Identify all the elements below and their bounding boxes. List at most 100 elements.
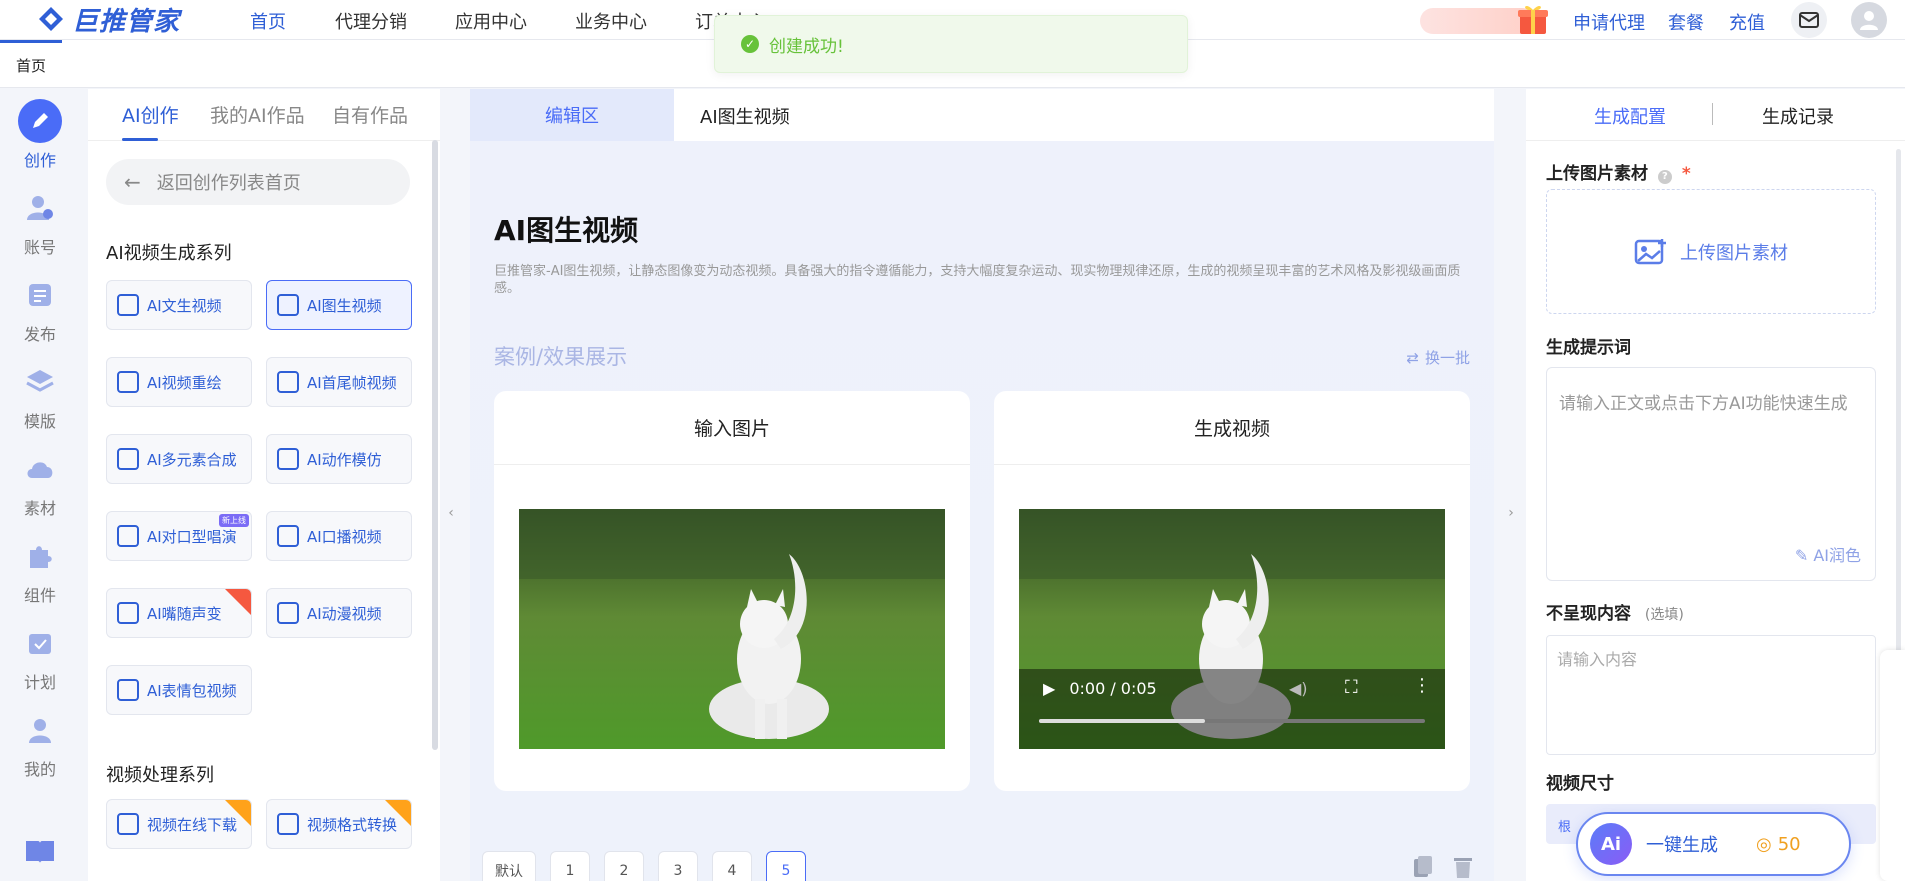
pen-icon xyxy=(18,99,62,143)
page-5[interactable]: 5 xyxy=(766,851,806,881)
hot-corner-badge xyxy=(225,589,251,615)
item-label: 视频在线下载 xyxy=(147,815,238,834)
item-ai-video-repaint[interactable]: AI视频重绘 xyxy=(106,357,252,407)
multi-element-icon xyxy=(117,448,139,470)
anime-icon xyxy=(277,602,299,624)
rail-item-material[interactable]: 素材 xyxy=(0,447,80,519)
toast-message: 创建成功! xyxy=(769,36,844,57)
item-video-format-convert[interactable]: 视频格式转换 xyxy=(266,799,412,849)
ai-polish-label: AI润色 xyxy=(1813,546,1861,565)
apply-agent-link[interactable]: 申请代理 xyxy=(1573,9,1645,35)
item-ai-mouth-voice[interactable]: AI嘴随声变 xyxy=(106,588,252,638)
rail-item-tutorial[interactable]: 教程 xyxy=(0,829,80,881)
video-progress-track[interactable] xyxy=(1039,719,1425,723)
rail-item-component[interactable]: 组件 xyxy=(0,534,80,606)
rail-item-publish[interactable]: 发布 xyxy=(0,273,80,345)
gift-icon[interactable] xyxy=(1516,0,1550,36)
item-label: AI多元素合成 xyxy=(147,450,237,469)
negative-placeholder: 请输入内容 xyxy=(1557,650,1638,669)
motion-icon xyxy=(277,448,299,470)
editor-area: 编辑区 AI图生视频 AI图生视频 巨推管家-AI图生视频，让静态图像变为动态视… xyxy=(470,89,1494,881)
user-avatar[interactable] xyxy=(1851,2,1887,38)
tab-own-works[interactable]: 自有作品 xyxy=(332,101,408,128)
ai-polish-button[interactable]: ✎ AI润色 xyxy=(1795,544,1861,568)
item-ai-image-to-video[interactable]: AI图生视频 xyxy=(266,280,412,330)
item-ai-text-to-video[interactable]: AI文生视频 xyxy=(106,280,252,330)
editor-tabs: 编辑区 AI图生视频 xyxy=(470,89,1494,141)
more-options-icon[interactable]: ⋮ xyxy=(1413,675,1431,696)
coin-icon: ◎ xyxy=(1756,833,1772,855)
item-ai-talking-video[interactable]: AI口播视频 xyxy=(266,511,412,561)
item-video-download[interactable]: 视频在线下载 xyxy=(106,799,252,849)
left-rail: 创作 账号 发布 模版 素材 组件 计划 我的 xyxy=(0,89,80,881)
card-title: 生成视频 xyxy=(994,391,1470,465)
mail-button[interactable] xyxy=(1791,2,1827,38)
chevron-right-icon: › xyxy=(1508,505,1514,521)
play-icon[interactable]: ▶ xyxy=(1043,679,1055,698)
rail-item-account[interactable]: 账号 xyxy=(0,186,80,258)
collapse-left-button[interactable]: ‹ xyxy=(443,498,459,528)
prompt-label: 生成提示词 xyxy=(1546,338,1631,358)
lip-sync-icon xyxy=(117,525,139,547)
tab-home[interactable]: 首页 xyxy=(0,40,62,88)
item-ai-first-last-frame[interactable]: AI首尾帧视频 xyxy=(266,357,412,407)
copy-icon[interactable] xyxy=(1412,855,1434,879)
tab-generate-history[interactable]: 生成记录 xyxy=(1762,103,1834,129)
rail-item-plan[interactable]: 计划 xyxy=(0,621,80,693)
page-2[interactable]: 2 xyxy=(604,851,644,881)
item-ai-emoji-video[interactable]: AI表情包视频 xyxy=(106,665,252,715)
nav-home[interactable]: 首页 xyxy=(250,8,286,34)
rail-item-template[interactable]: 模版 xyxy=(0,360,80,432)
rail-label: 发布 xyxy=(23,325,56,344)
package-link[interactable]: 套餐 xyxy=(1668,9,1704,35)
active-tab-indicator xyxy=(122,138,158,141)
recharge-link[interactable]: 充值 xyxy=(1729,9,1765,35)
config-panel: 生成配置 生成记录 上传图片素材 ? * 上传图片素材 生成提示词 请输入正文或… xyxy=(1526,89,1905,881)
item-label: 视频格式转换 xyxy=(307,815,398,834)
page-3[interactable]: 3 xyxy=(658,851,698,881)
collapse-right-button[interactable]: › xyxy=(1503,498,1519,528)
item-ai-anime-video[interactable]: AI动漫视频 xyxy=(266,588,412,638)
upload-image-dropzone[interactable]: 上传图片素材 xyxy=(1546,189,1876,314)
tab-ai-image-to-video[interactable]: AI图生视频 xyxy=(700,103,790,129)
item-ai-motion-mimic[interactable]: AI动作模仿 xyxy=(266,434,412,484)
cloud-icon xyxy=(18,447,62,491)
new-badge: 新上线 xyxy=(219,514,249,527)
rail-item-mine[interactable]: 我的 xyxy=(0,708,80,780)
nav-app-center[interactable]: 应用中心 xyxy=(455,8,527,34)
trash-icon[interactable] xyxy=(1452,855,1474,879)
rail-item-create[interactable]: 创作 xyxy=(0,99,80,171)
negative-content-input[interactable]: 请输入内容 xyxy=(1546,635,1876,755)
optional-hint: (选填) xyxy=(1644,607,1684,623)
book-icon xyxy=(18,829,62,873)
category-scrollbar[interactable] xyxy=(432,140,438,750)
refresh-batch-button[interactable]: ⇄ 换一批 xyxy=(1406,347,1470,368)
page-4[interactable]: 4 xyxy=(712,851,752,881)
item-ai-lip-sync[interactable]: AI对口型唱演 新上线 xyxy=(106,511,252,561)
output-video-player[interactable]: ▶ 0:00 / 0:05 ◀) ⛶ ⋮ xyxy=(1019,509,1445,749)
page-description: 巨推管家-AI图生视频，让静态图像变为动态视频。具备强大的指令遵循能力，支持大幅… xyxy=(494,264,1461,296)
item-ai-multi-element[interactable]: AI多元素合成 xyxy=(106,434,252,484)
chevron-left-icon: ‹ xyxy=(448,505,454,521)
category-panel: AI创作 我的AI作品 自有作品 ← 返回创作列表首页 AI视频生成系列 AI文… xyxy=(88,89,440,881)
tab-my-ai-works[interactable]: 我的AI作品 xyxy=(210,101,305,128)
info-icon[interactable]: ? xyxy=(1657,170,1672,184)
prompt-placeholder: 请输入正文或点击下方AI功能快速生成 xyxy=(1559,394,1848,414)
nav-agent-distribution[interactable]: 代理分销 xyxy=(335,8,407,34)
tab-edit-area[interactable]: 编辑区 xyxy=(470,89,674,141)
volume-icon[interactable]: ◀) xyxy=(1289,679,1308,698)
rail-label: 素材 xyxy=(23,499,56,518)
one-click-generate-button[interactable]: Ai 一键生成 ◎ 50 xyxy=(1576,812,1851,876)
tab-ai-create[interactable]: AI创作 xyxy=(122,101,179,128)
brand-logo[interactable]: 巨推管家 xyxy=(36,4,180,37)
page-1[interactable]: 1 xyxy=(550,851,590,881)
prompt-textarea[interactable]: 请输入正文或点击下方AI功能快速生成 ✎ AI润色 xyxy=(1546,367,1876,581)
rail-label: 组件 xyxy=(23,586,56,605)
fullscreen-icon[interactable]: ⛶ xyxy=(1345,677,1358,698)
nav-business-center[interactable]: 业务中心 xyxy=(575,8,647,34)
side-float-widget[interactable] xyxy=(1880,650,1905,881)
input-image xyxy=(519,509,945,749)
tab-generate-config[interactable]: 生成配置 xyxy=(1594,103,1666,129)
page-default[interactable]: 默认 xyxy=(482,851,536,881)
back-to-list-button[interactable]: ← 返回创作列表首页 xyxy=(106,159,410,205)
